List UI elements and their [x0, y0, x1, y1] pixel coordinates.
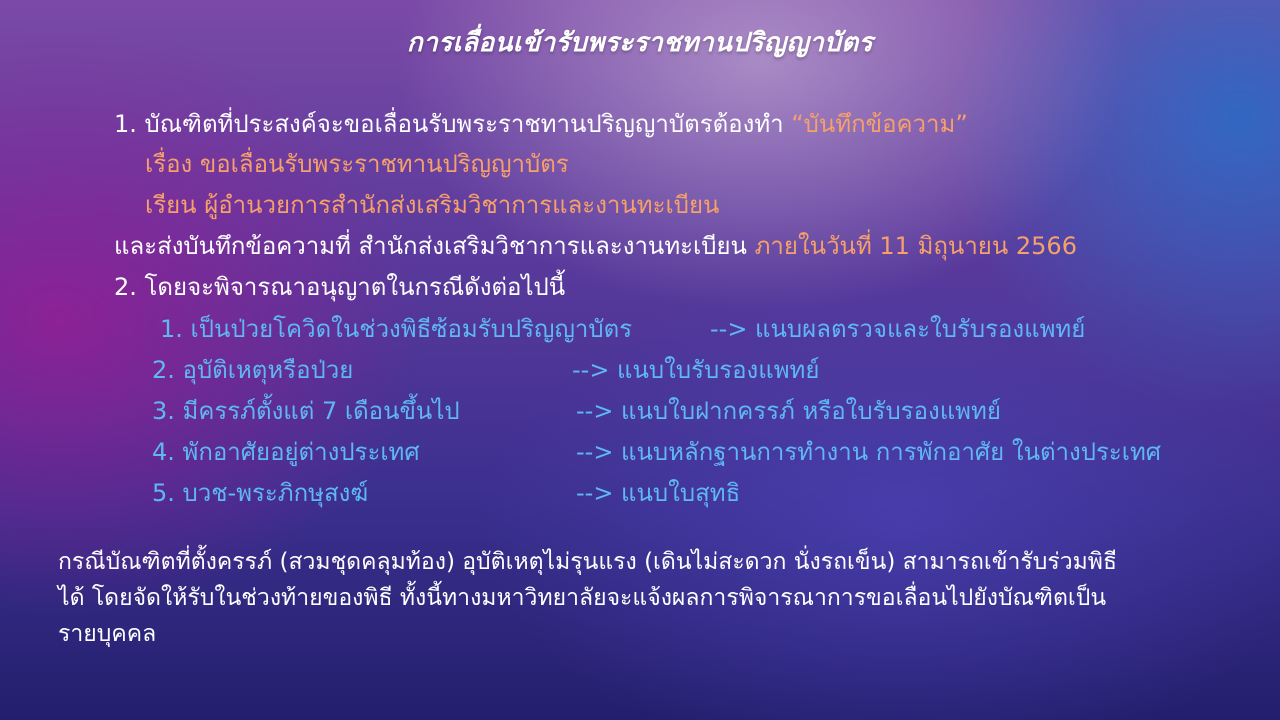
note-line-2: ได้ โดยจัดให้รับในช่วงท้ายของพิธี ทั้งนี…	[58, 585, 1107, 611]
point-1: 1. บัณฑิตที่ประสงค์จะขอเลื่อนรับพระราชทา…	[114, 109, 968, 139]
slide: การเลื่อนเข้ารับพระราชทานปริญญาบัตร 1. บ…	[0, 0, 1280, 720]
case-4-label: 4. พักอาศัยอยู่ต่างประเทศ	[152, 438, 420, 466]
case-3-label: 3. มีครรภ์ตั้งแต่ 7 เดือนขึ้นไป	[152, 397, 460, 425]
case-4-attachment: --> แนบหลักฐานการทำงาน การพักอาศัย ในต่า…	[576, 438, 1162, 466]
case-1-label: 1. เป็นป่วยโควิดในช่วงพิธีซ้อมรับปริญญาบ…	[160, 315, 633, 343]
case-2-label: 2. อุบัติเหตุหรือป่วย	[152, 356, 354, 384]
page-title: การเลื่อนเข้ารับพระราชทานปริญญาบัตร	[406, 28, 874, 58]
case-1-attachment: --> แนบผลตรวจและใบรับรองแพทย์	[710, 315, 1086, 343]
note-paragraph: กรณีบัณฑิตที่ตั้งครรภ์ (สวมชุดคลุมท้อง) …	[58, 544, 1238, 652]
case-5-attachment: --> แนบใบสุทธิ	[576, 479, 741, 507]
case-5-label: 5. บวช-พระภิกษุสงฆ์	[152, 479, 369, 507]
submit-line: และส่งบันทึกข้อความที่ สำนักส่งเสริมวิชา…	[114, 231, 1077, 261]
point-2: 2. โดยจะพิจารณาอนุญาตในกรณีดังต่อไปนี้	[114, 273, 566, 301]
memo-recipient: เรียน ผู้อำนวยการสำนักส่งเสริมวิชาการและ…	[145, 191, 720, 219]
case-2-attachment: --> แนบใบรับรองแพทย์	[572, 356, 820, 384]
case-3-attachment: --> แนบใบฝากครรภ์ หรือใบรับรองแพทย์	[576, 397, 1001, 425]
note-line-1: กรณีบัณฑิตที่ตั้งครรภ์ (สวมชุดคลุมท้อง) …	[58, 549, 1117, 575]
point-1-text: 1. บัณฑิตที่ประสงค์จะขอเลื่อนรับพระราชทา…	[114, 110, 792, 138]
memo-highlight: “บันทึกข้อความ”	[791, 110, 968, 138]
note-line-3: รายบุคคล	[58, 621, 157, 647]
memo-subject: เรื่อง ขอเลื่อนรับพระราชทานปริญญาบัตร	[145, 150, 569, 178]
deadline: ภายในวันที่ 11 มิถุนายน 2566	[754, 232, 1077, 260]
submit-text: และส่งบันทึกข้อความที่ สำนักส่งเสริมวิชา…	[114, 232, 755, 260]
